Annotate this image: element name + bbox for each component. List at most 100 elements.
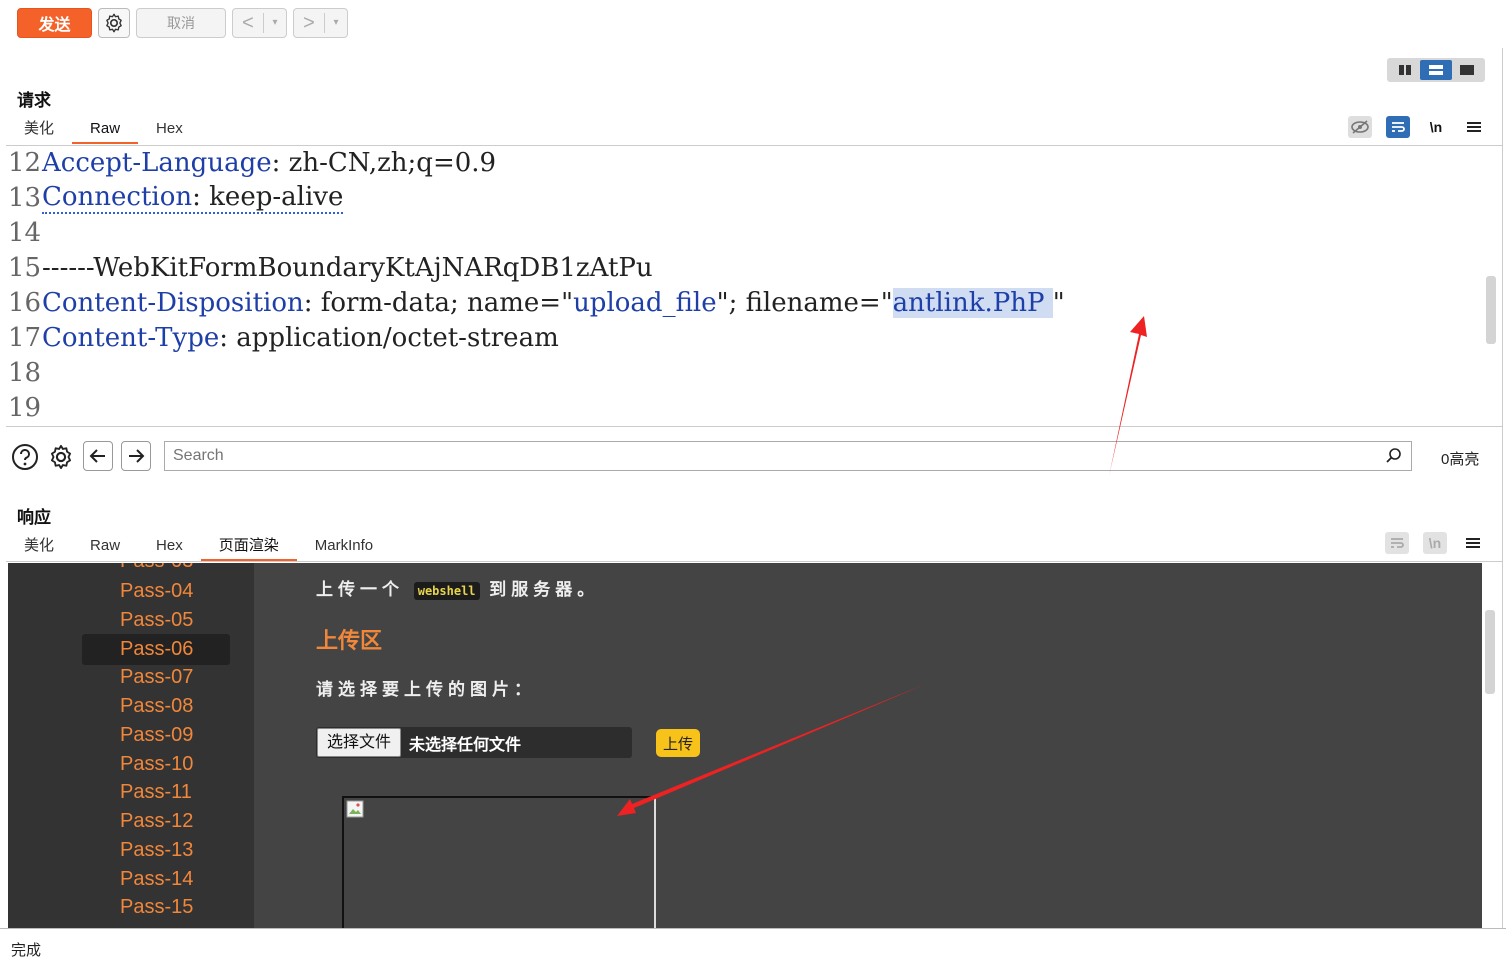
- highlight-count: 0高亮: [1441, 451, 1480, 468]
- sidebar-item-pass-10[interactable]: Pass-10: [82, 749, 230, 780]
- layout-single-button[interactable]: [1452, 60, 1483, 80]
- sidebar-item-pass-03[interactable]: Pass-03: [82, 563, 230, 577]
- menu-icon: [1467, 122, 1481, 132]
- newline-toggle-button[interactable]: \n: [1424, 116, 1448, 138]
- tab-divider: [6, 561, 1502, 562]
- search-bar: 0高亮: [6, 426, 1502, 486]
- code-line: 14: [8, 217, 42, 248]
- request-title: 请求: [17, 91, 51, 110]
- response-title: 响应: [17, 508, 51, 527]
- sidebar-item-pass-06[interactable]: Pass-06: [82, 634, 230, 665]
- rows-icon: [1428, 65, 1443, 75]
- search-input[interactable]: [165, 442, 1365, 470]
- app-window: 发送 取消 < ▾ > ▾ 请求 美化 Raw Hex \n 12 Accept…: [0, 0, 1506, 967]
- send-button[interactable]: 发送: [17, 8, 92, 38]
- settings-button[interactable]: [98, 8, 130, 38]
- wrap-toggle-button[interactable]: [1386, 116, 1410, 138]
- upload-prompt: 请选择要上传的图片：: [316, 680, 536, 699]
- menu-button[interactable]: [1462, 116, 1486, 138]
- sidebar-item-pass-08[interactable]: Pass-08: [82, 691, 230, 722]
- sidebar-item-pass-05[interactable]: Pass-05: [82, 605, 230, 636]
- request-editor-tools: \n: [1348, 116, 1486, 138]
- sidebar-item-pass-15[interactable]: Pass-15: [82, 892, 230, 923]
- status-bar: 完成: [0, 928, 1506, 967]
- back-arrow-icon: <: [242, 12, 254, 34]
- file-status: 未选择任何文件: [409, 736, 522, 754]
- help-icon: [12, 444, 38, 470]
- sidebar-item-pass-12[interactable]: Pass-12: [82, 806, 230, 837]
- hide-toggle-button[interactable]: [1348, 116, 1372, 138]
- status-text: 完成: [11, 942, 42, 959]
- intro-text: 上传一个 webshell 到服务器。: [316, 580, 600, 600]
- arrow-right-icon: [129, 449, 145, 463]
- tab-hex[interactable]: Hex: [138, 116, 201, 142]
- search-field: [164, 441, 1412, 471]
- upload-section-title: 上传区: [316, 628, 383, 653]
- gear-icon: [106, 13, 122, 33]
- code-line: 17 Content-Type: application/octet-stream: [8, 322, 559, 353]
- eye-off-icon: [1351, 120, 1369, 134]
- search-next-button[interactable]: [121, 441, 151, 471]
- request-scrollbar[interactable]: [1486, 276, 1496, 344]
- preview-image: [342, 796, 656, 928]
- single-pane-icon: [1460, 65, 1475, 75]
- cancel-button[interactable]: 取消: [136, 8, 226, 38]
- sidebar-item-pass-11[interactable]: Pass-11: [82, 777, 230, 808]
- help-button[interactable]: [11, 443, 39, 471]
- render-content: 上传一个 webshell 到服务器。 上传区 请选择要上传的图片： 选择文件 …: [254, 563, 1482, 928]
- response-scrollbar[interactable]: [1485, 610, 1495, 694]
- sidebar-item-pass-09[interactable]: Pass-09: [82, 720, 230, 751]
- wrap-icon: [1392, 122, 1405, 132]
- file-input: 选择文件 未选择任何文件: [316, 727, 632, 758]
- response-tabs: 美化 Raw Hex 页面渲染 MarkInfo: [6, 533, 391, 561]
- tab-beautify[interactable]: 美化: [6, 533, 72, 559]
- forward-button[interactable]: > ▾: [293, 8, 348, 38]
- sidebar-item-pass-04[interactable]: Pass-04: [82, 576, 230, 607]
- response-editor-tools: \n: [1385, 532, 1485, 554]
- request-tabs: 美化 Raw Hex: [6, 116, 201, 144]
- layout-rows-button[interactable]: [1420, 60, 1452, 80]
- back-button[interactable]: < ▾: [232, 8, 287, 38]
- arrow-left-icon: [89, 449, 105, 463]
- gear-icon: [50, 444, 72, 470]
- layout-columns-button[interactable]: [1389, 60, 1420, 80]
- sidebar-item-pass-07[interactable]: Pass-07: [82, 662, 230, 693]
- search-prev-button[interactable]: [83, 441, 113, 471]
- tab-render[interactable]: 页面渲染: [200, 533, 297, 561]
- code-tag: webshell: [413, 582, 480, 600]
- code-line: 16 Content-Disposition: form-data; name="…: [8, 287, 1065, 318]
- upload-button[interactable]: 上传: [656, 729, 700, 757]
- tab-markinfo[interactable]: MarkInfo: [297, 533, 391, 559]
- code-line: 18: [8, 357, 42, 388]
- layout-toggle: [1387, 58, 1485, 82]
- tab-hex[interactable]: Hex: [138, 533, 201, 559]
- tab-raw[interactable]: Raw: [72, 533, 138, 559]
- code-line: 15 ------WebKitFormBoundaryKtAjNARqDB1zAt…: [8, 252, 653, 283]
- chevron-down-icon[interactable]: ▾: [264, 9, 286, 37]
- wrap-icon: [1391, 538, 1404, 548]
- forward-arrow-icon: >: [303, 12, 315, 34]
- newline-toggle-button[interactable]: \n: [1423, 532, 1447, 554]
- tab-raw[interactable]: Raw: [72, 116, 139, 144]
- menu-icon: [1466, 538, 1480, 548]
- rendered-page: Pass-03 Pass-04 Pass-05 Pass-06 Pass-07 …: [8, 563, 1482, 928]
- sidebar-item-pass-14[interactable]: Pass-14: [82, 864, 230, 895]
- menu-button[interactable]: [1461, 532, 1485, 554]
- render-sidebar: Pass-03 Pass-04 Pass-05 Pass-06 Pass-07 …: [8, 563, 254, 928]
- code-line: 13 Connection: keep-alive: [8, 181, 344, 214]
- broken-image-icon: [346, 800, 364, 818]
- top-toolbar: 发送 取消 < ▾ > ▾: [0, 0, 1506, 46]
- sidebar-item-pass-13[interactable]: Pass-13: [82, 835, 230, 866]
- chevron-down-icon[interactable]: ▾: [325, 9, 347, 37]
- tab-beautify[interactable]: 美化: [6, 116, 72, 142]
- window-edge: [1502, 48, 1503, 928]
- choose-file-button[interactable]: 选择文件: [317, 728, 402, 757]
- search-settings-button[interactable]: [47, 443, 75, 471]
- code-line: 19: [8, 392, 42, 423]
- code-line: 12 Accept-Language: zh-CN,zh;q=0.9: [8, 147, 497, 178]
- search-icon[interactable]: [1385, 447, 1403, 465]
- wrap-toggle-button[interactable]: [1385, 532, 1409, 554]
- columns-icon: [1398, 65, 1411, 75]
- filename-highlight: antlink.PhP: [892, 287, 1053, 318]
- request-editor[interactable]: 12 Accept-Language: zh-CN,zh;q=0.9 13 Conn…: [6, 145, 1486, 426]
